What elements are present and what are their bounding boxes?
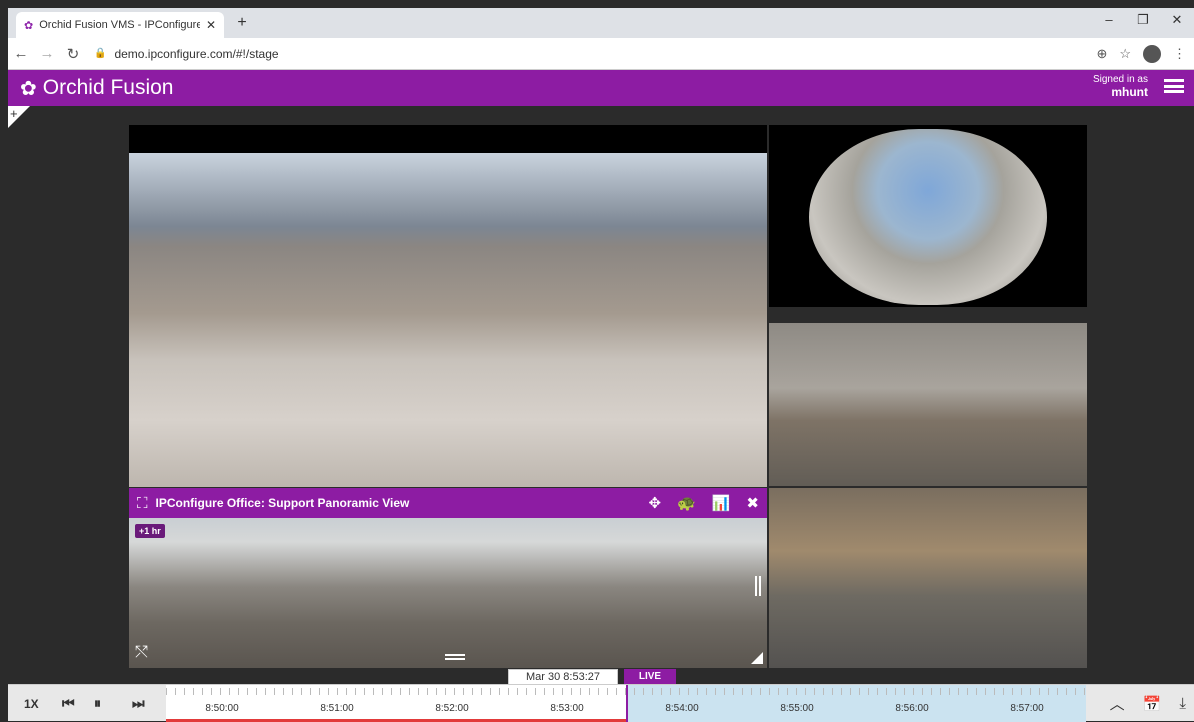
url-text: demo.ipconfigure.com/#!/stage: [114, 46, 279, 61]
camera-tile-fisheye-driveway[interactable]: [769, 125, 1087, 307]
tick-label: 8:57:00: [1010, 703, 1044, 714]
reload-icon[interactable]: ↻: [60, 45, 86, 63]
camera-tile-parking-walkway[interactable]: [129, 125, 767, 487]
lock-icon: 🔒: [94, 48, 107, 59]
star-icon[interactable]: ☆: [1119, 46, 1131, 62]
tick-label: 8:56:00: [895, 703, 929, 714]
username: mhunt: [1111, 85, 1148, 99]
calendar-icon[interactable]: 📅: [1143, 695, 1162, 713]
expand-icon[interactable]: ⛶: [137, 495, 148, 512]
browser-menu-icon[interactable]: ⋮: [1173, 46, 1186, 62]
tab-close-icon[interactable]: ✕: [206, 18, 216, 32]
signed-in-info: Signed in as mhunt: [1093, 74, 1148, 98]
resize-corner-icon[interactable]: [751, 652, 763, 664]
dewarp-icon[interactable]: ⤲: [135, 644, 148, 662]
tick-label: 8:54:00: [665, 703, 699, 714]
move-icon[interactable]: ✥: [648, 494, 661, 512]
browser-tab[interactable]: ✿ Orchid Fusion VMS - IPConfigure ✕: [16, 12, 224, 38]
window-close-button[interactable]: ✕: [1162, 12, 1192, 28]
live-button[interactable]: LIVE: [624, 669, 676, 685]
forward-icon[interactable]: →: [34, 45, 60, 62]
tab-strip: ✿ Orchid Fusion VMS - IPConfigure ✕ + – …: [8, 8, 1194, 38]
timeline-track[interactable]: 8:50:00 8:51:00 8:52:00 8:53:00 8:54:00 …: [166, 685, 1086, 722]
timeline-bar: 1X ⏮ ⏸ ⏭ 8:50:00 8:51:00 8:52:00 8:53:00…: [8, 684, 1194, 722]
camera-feed-fisheye-driveway: [809, 129, 1047, 305]
timeline-actions: ︿ 📅 ⤓: [1110, 685, 1186, 722]
camera-tile-warehouse-door[interactable]: [769, 323, 1087, 486]
tick-label: 8:53:00: [550, 703, 584, 714]
orchid-favicon-icon: ✿: [24, 19, 34, 32]
camera-tile-warehouse-aisle[interactable]: [769, 488, 1087, 668]
new-tab-button[interactable]: +: [232, 14, 252, 32]
resize-handle-right[interactable]: [755, 576, 761, 596]
camera-stage: + ⛶ IPConfigure Office: Support Panorami…: [8, 106, 1194, 684]
skip-forward-icon[interactable]: ⏭: [132, 685, 145, 722]
plus-icon: +: [10, 106, 18, 121]
camera-feed-parking-walkway: [129, 153, 767, 487]
tab-title: Orchid Fusion VMS - IPConfigure: [39, 19, 200, 31]
minimize-button[interactable]: –: [1094, 12, 1124, 27]
tick-label: 8:51:00: [320, 703, 354, 714]
back-icon[interactable]: ←: [8, 45, 34, 62]
current-time-label: Mar 30 8:53:27: [508, 669, 618, 685]
turtle-icon[interactable]: 🐢: [677, 494, 696, 512]
tick-label: 8:50:00: [205, 703, 239, 714]
time-offset-badge: +1 hr: [135, 524, 165, 538]
bar-chart-icon[interactable]: 📊: [712, 494, 731, 512]
tick-label: 8:55:00: [780, 703, 814, 714]
avatar[interactable]: [1143, 45, 1161, 63]
pause-icon[interactable]: ⏸: [94, 685, 101, 722]
tick-label: 8:52:00: [435, 703, 469, 714]
close-icon[interactable]: ✖: [746, 494, 759, 512]
app-header: ✿ Orchid Fusion Signed in as mhunt: [8, 70, 1194, 106]
chevron-up-icon[interactable]: ︿: [1110, 693, 1125, 714]
url-field[interactable]: 🔒 demo.ipconfigure.com/#!/stage: [94, 47, 279, 61]
address-bar: ← → ↻ 🔒 demo.ipconfigure.com/#!/stage ⊕ …: [8, 38, 1194, 70]
playback-speed[interactable]: 1X: [24, 685, 39, 722]
resize-handle-bottom[interactable]: [445, 654, 465, 660]
orchid-logo-icon: ✿: [20, 77, 37, 100]
hamburger-icon[interactable]: [1164, 77, 1184, 95]
app-title: Orchid Fusion: [42, 76, 174, 99]
download-icon[interactable]: ⤓: [1179, 695, 1186, 712]
camera-title: IPConfigure Office: Support Panoramic Vi…: [155, 496, 410, 510]
camera-tile-toolbar: ⛶ IPConfigure Office: Support Panoramic …: [129, 488, 767, 518]
browser-chrome: ✿ Orchid Fusion VMS - IPConfigure ✕ + – …: [8, 8, 1194, 70]
camera-tile-panoramic-office[interactable]: ⛶ IPConfigure Office: Support Panoramic …: [129, 488, 767, 668]
playhead[interactable]: [626, 685, 628, 722]
maximize-button[interactable]: ❐: [1128, 12, 1158, 28]
zoom-icon[interactable]: ⊕: [1096, 46, 1107, 62]
skip-back-icon[interactable]: ⏮: [62, 685, 75, 722]
address-bar-actions: ⊕ ☆ ⋮: [1096, 38, 1194, 70]
